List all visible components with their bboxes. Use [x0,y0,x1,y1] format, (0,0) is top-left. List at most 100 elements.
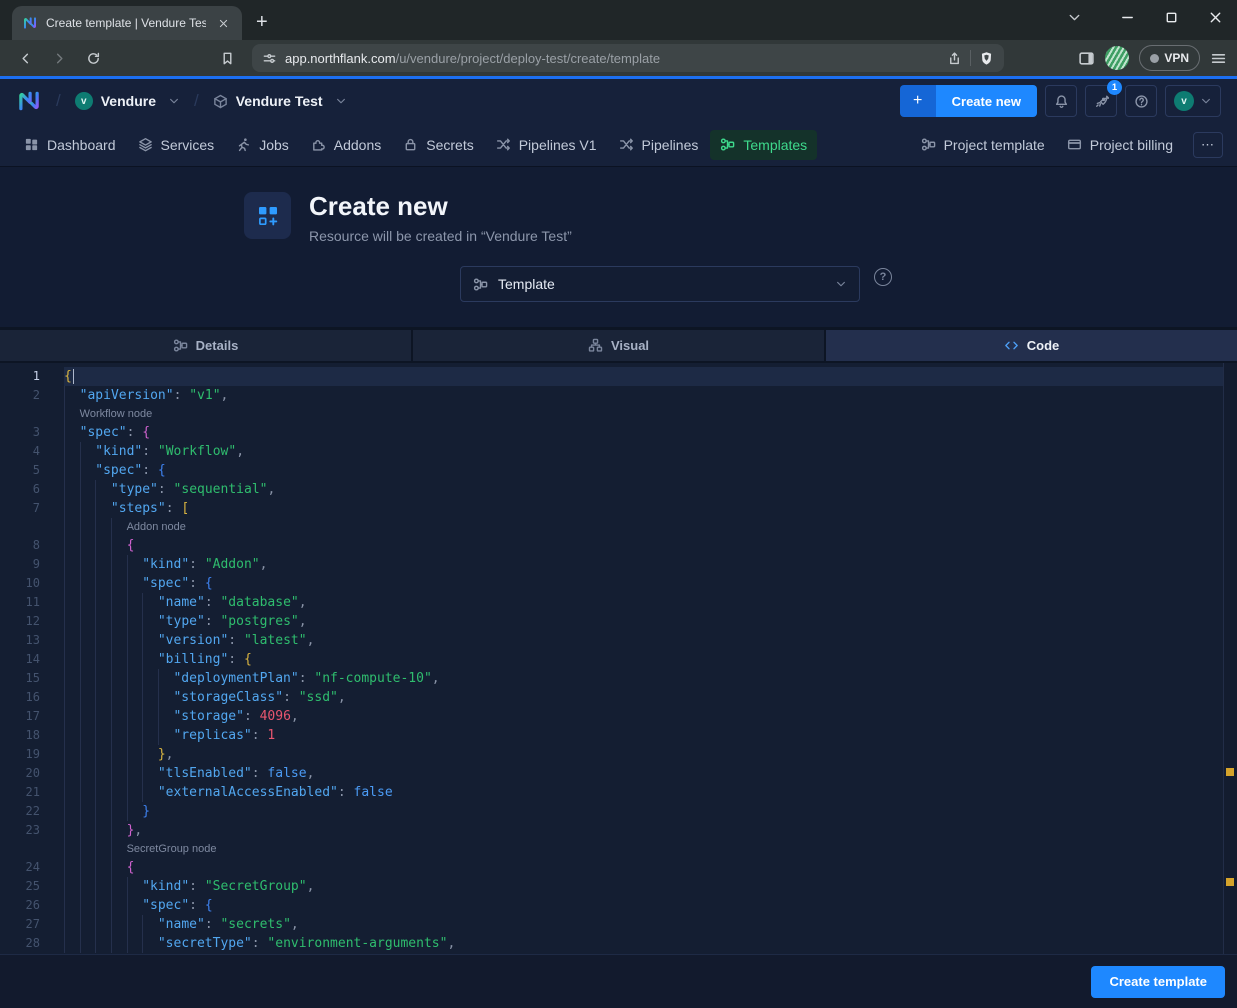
code-line-20[interactable]: 20"tlsEnabled": false, [0,764,1237,783]
line-number: 16 [0,688,40,707]
line-number: 9 [0,555,40,574]
browser-tab[interactable]: Create template | Vendure Test | [12,6,242,40]
northflank-logo[interactable] [16,88,42,114]
vpn-button[interactable]: VPN [1139,45,1200,71]
nav-item-pipelines-v1[interactable]: Pipelines V1 [486,130,607,160]
tab-details[interactable]: Details [0,330,411,361]
create-template-button[interactable]: Create template [1091,966,1225,998]
code-lens-label[interactable]: Addon node [127,521,186,533]
menu-icon[interactable] [1210,50,1227,67]
code-line-13[interactable]: 13"version": "latest", [0,631,1237,650]
nav-item-services[interactable]: Services [128,130,225,160]
code-editor[interactable]: 1{2"apiVersion": "v1", Workflow node 3"spe… [0,363,1237,954]
browser-tab-strip: Create template | Vendure Test | + [0,0,1237,40]
code-line-21[interactable]: 21"externalAccessEnabled": false [0,783,1237,802]
reload-icon[interactable] [78,43,108,73]
help-button[interactable] [1125,85,1157,117]
browser-profile-avatar[interactable] [1105,46,1129,70]
create-new-icon [244,192,291,239]
forward-icon[interactable] [44,43,74,73]
nav-item-pipelines[interactable]: Pipelines [609,130,709,160]
page-footer: Create template [0,954,1237,1008]
templates-icon [720,137,735,152]
breadcrumb-environment[interactable]: Vendure Test [213,93,347,109]
sidebar-toggle-icon[interactable] [1078,50,1095,67]
code-line-19[interactable]: 19}, [0,745,1237,764]
user-menu-button[interactable]: v [1165,85,1221,117]
tab-visual[interactable]: Visual [411,330,824,361]
brave-shield-icon[interactable] [979,51,994,66]
code-line-11[interactable]: 11"name": "database", [0,593,1237,612]
tab-code[interactable]: Code [824,330,1237,361]
nav-item-project-billing[interactable]: Project billing [1057,130,1183,160]
resource-type-select[interactable]: Template [460,266,860,302]
address-bar[interactable]: app.northflank.com/u/vendure/project/dep… [252,44,1004,72]
code-line-17[interactable]: 17"storage": 4096, [0,707,1237,726]
code-line-25[interactable]: 25"kind": "SecretGroup", [0,877,1237,896]
code-line-28[interactable]: 28"secretType": "environment-arguments", [0,934,1237,953]
code-line-16[interactable]: 16"storageClass": "ssd", [0,688,1237,707]
nav-item-addons[interactable]: Addons [301,130,391,160]
create-new-button[interactable]: + Create new [900,85,1037,117]
nav-item-label: Project template [944,137,1045,153]
code-line-27[interactable]: 27"name": "secrets", [0,915,1237,934]
tab-close-icon[interactable] [214,14,232,32]
nav-more-button[interactable]: ⋯ [1193,132,1223,158]
plus-icon[interactable]: + [900,85,936,117]
maximize-button[interactable] [1149,1,1193,33]
site-settings-icon[interactable] [262,51,277,66]
minimize-button[interactable] [1105,1,1149,33]
tab-search-chevron-icon[interactable] [1059,4,1089,30]
overview-ruler[interactable] [1223,363,1237,954]
code-line-2[interactable]: 2"apiVersion": "v1", [0,386,1237,405]
editor-tabs: DetailsVisual Code [0,327,1237,363]
window-controls [1105,0,1237,34]
code-line-12[interactable]: 12"type": "postgres", [0,612,1237,631]
header-actions: + Create new 1 v [900,85,1221,117]
code-line-22[interactable]: 22} [0,802,1237,821]
code-lens-label[interactable]: Workflow node [80,408,153,420]
chevron-down-icon [835,278,847,290]
code-line-14[interactable]: 14"billing": { [0,650,1237,669]
tab-label: Code [1027,338,1060,353]
line-number: 14 [0,650,40,669]
code-line-18[interactable]: 18"replicas": 1 [0,726,1237,745]
code-line-8[interactable]: 8{ [0,536,1237,555]
code-line-5[interactable]: 5"spec": { [0,461,1237,480]
secrets-icon [403,137,418,152]
whats-new-button[interactable]: 1 [1085,85,1117,117]
line-number: 26 [0,896,40,915]
close-button[interactable] [1193,1,1237,33]
code-line-9[interactable]: 9"kind": "Addon", [0,555,1237,574]
nav-item-project-template[interactable]: Project template [911,130,1055,160]
nav-item-jobs[interactable]: Jobs [226,130,299,160]
code-line-10[interactable]: 10"spec": { [0,574,1237,593]
nav-item-label: Pipelines [642,137,699,153]
code-line-1[interactable]: 1{ [0,367,1237,386]
code-line-24[interactable]: 24{ [0,858,1237,877]
breadcrumb-project[interactable]: v Vendure [75,92,180,110]
nav-item-dashboard[interactable]: Dashboard [14,130,126,160]
select-help-icon[interactable]: ? [874,268,892,286]
user-avatar: v [1174,91,1194,111]
notifications-button[interactable] [1045,85,1077,117]
code-line-7[interactable]: 7"steps": [ [0,499,1237,518]
code-line-6[interactable]: 6"type": "sequential", [0,480,1237,499]
code-line-15[interactable]: 15"deploymentPlan": "nf-compute-10", [0,669,1237,688]
nav-item-templates[interactable]: Templates [710,130,817,160]
back-icon[interactable] [10,43,40,73]
code-line-23[interactable]: 23}, [0,821,1237,840]
share-icon[interactable] [947,51,962,66]
url-text[interactable]: app.northflank.com/u/vendure/project/dep… [285,51,939,66]
code-lens-label[interactable]: SecretGroup node [127,843,217,855]
new-tab-button[interactable]: + [256,12,268,32]
code-line-3[interactable]: 3"spec": { [0,423,1237,442]
browser-window: Create template | Vendure Test | + app.n… [0,0,1237,1008]
bookmark-icon[interactable] [212,43,242,73]
visual-icon [588,338,603,353]
line-number: 22 [0,802,40,821]
code-line-26[interactable]: 26"spec": { [0,896,1237,915]
nav-item-secrets[interactable]: Secrets [393,130,483,160]
code-line-4[interactable]: 4"kind": "Workflow", [0,442,1237,461]
line-number: 21 [0,783,40,802]
